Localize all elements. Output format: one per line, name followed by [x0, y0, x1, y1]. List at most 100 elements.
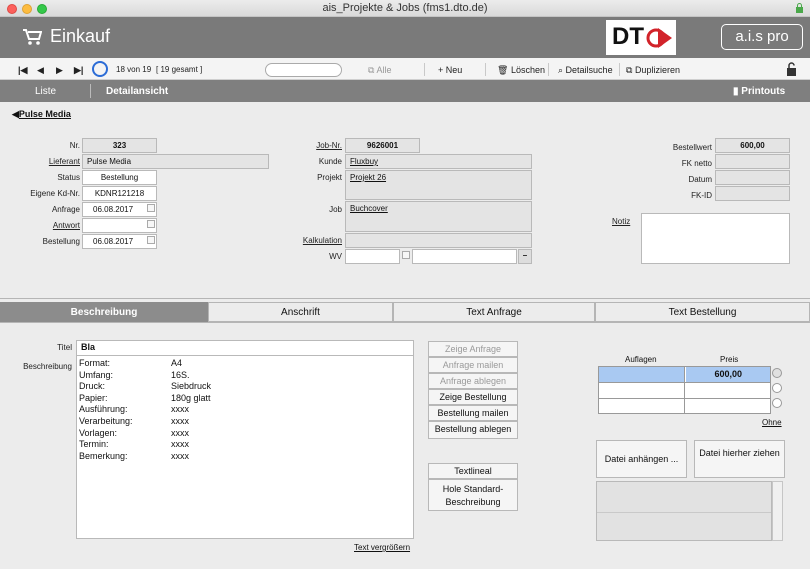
window-title: ais_Projekte & Jobs (fms1.dto.de)	[322, 2, 488, 14]
enlarge-text-link[interactable]: Text vergrößern	[354, 543, 410, 552]
price-cell[interactable]	[686, 383, 770, 398]
job-number-field[interactable]: 9626001	[345, 138, 420, 153]
fk-id-field[interactable]	[715, 186, 790, 201]
wv-note-field[interactable]	[412, 249, 517, 264]
divider	[597, 512, 771, 513]
calculation-field[interactable]	[345, 233, 532, 248]
delete-button[interactable]: 🗑 Löschen	[497, 63, 545, 77]
request-checkbox[interactable]	[147, 204, 155, 212]
minimize-window-button[interactable]	[22, 4, 32, 14]
app-header	[0, 17, 810, 58]
description-line: Verarbeitung: xxxx	[79, 415, 189, 426]
fk-net-label: FK netto	[681, 159, 712, 168]
breadcrumb[interactable]: ◀Pulse Media	[12, 109, 71, 120]
record-total: [ 19 gesamt ]	[156, 65, 203, 74]
note-link[interactable]: Notiz	[612, 215, 638, 228]
wv-date-field[interactable]	[345, 249, 400, 264]
new-button[interactable]: + Neu	[438, 63, 462, 77]
calculation-link[interactable]: Kalkulation	[282, 234, 342, 247]
nr-field[interactable]: 323	[82, 138, 157, 153]
file-request-button[interactable]: Anfrage ablegen	[428, 373, 518, 389]
zoom-window-button[interactable]	[37, 4, 47, 14]
show-request-button[interactable]: Zeige Anfrage	[428, 341, 518, 357]
lock-status-icon	[795, 3, 804, 13]
file-list-scrollbar[interactable]	[772, 481, 783, 541]
close-window-button[interactable]	[7, 4, 17, 14]
description-line: Ausführung: xxxx	[79, 404, 189, 415]
trash-icon: 🗑	[497, 65, 511, 75]
quantity-cell[interactable]	[599, 399, 685, 413]
brand-badge: a.i.s pro	[721, 24, 803, 50]
request-date-field[interactable]: 06.08.2017	[82, 202, 157, 217]
row-radio[interactable]	[772, 398, 782, 408]
description-line: Vorlagen: xxxx	[79, 427, 189, 438]
price-cell[interactable]	[686, 399, 770, 413]
order-value-label: Bestellwert	[672, 143, 712, 152]
tab-list[interactable]: Liste	[35, 86, 56, 97]
description-line: Termin: xxxx	[79, 439, 189, 450]
quantities-header: Auflagen	[625, 355, 657, 364]
description-line: Papier: 180g glatt	[79, 392, 211, 403]
date-field[interactable]	[715, 170, 790, 185]
answer-date-field[interactable]	[82, 218, 157, 233]
status-field[interactable]: Bestellung	[82, 170, 157, 185]
progress-circle-icon	[92, 61, 108, 77]
job-number-link[interactable]: Job-Nr.	[282, 139, 342, 152]
printouts-button[interactable]: ▮ Printouts	[733, 86, 785, 97]
row-radio[interactable]	[772, 383, 782, 393]
order-checkbox[interactable]	[147, 236, 155, 244]
last-record-icon[interactable]: ▶|	[74, 63, 83, 77]
quantity-cell[interactable]	[599, 367, 685, 382]
padlock-icon[interactable]	[786, 62, 797, 76]
first-record-icon[interactable]: |◀	[18, 63, 27, 77]
answer-checkbox[interactable]	[147, 220, 155, 228]
dto-logo: DT	[606, 20, 676, 55]
title-field[interactable]: Bla	[76, 340, 414, 356]
description-textarea[interactable]: Format: A4 Umfang: 16S. Druck: Siebdruck Pa…	[76, 355, 414, 539]
file-list[interactable]	[596, 481, 772, 541]
row-radio[interactable]	[772, 368, 782, 378]
supplier-field[interactable]: Pulse Media	[82, 154, 269, 169]
show-order-button[interactable]: Zeige Bestellung	[428, 389, 518, 405]
own-customer-number-field[interactable]: KDNR121218	[82, 186, 157, 201]
tab-order-text[interactable]: Text Bestellung	[595, 302, 810, 322]
order-date-field[interactable]: 06.08.2017	[82, 234, 157, 249]
quantity-cell[interactable]	[599, 383, 685, 398]
file-order-button[interactable]: Bestellung ablegen	[428, 421, 518, 439]
detail-search-button[interactable]: ⌕ Detailsuche	[558, 63, 613, 77]
minus-button[interactable]: –	[518, 249, 532, 264]
status-label: Status	[57, 173, 80, 182]
note-field[interactable]	[641, 213, 790, 264]
mail-request-button[interactable]: Anfrage mailen	[428, 357, 518, 373]
standard-description-button[interactable]: Hole Standard-Beschreibung	[428, 479, 518, 511]
job-field[interactable]: Buchcover	[345, 201, 532, 232]
tab-description[interactable]: Beschreibung	[0, 302, 208, 322]
tab-detail-view[interactable]: Detailansicht	[106, 86, 168, 97]
duplicate-icon: ⧉	[626, 65, 635, 75]
project-label: Projekt	[317, 173, 342, 182]
mail-order-button[interactable]: Bestellung mailen	[428, 405, 518, 421]
price-cell[interactable]: 600,00	[686, 367, 770, 382]
next-record-icon[interactable]: ▶	[56, 63, 63, 77]
tab-address[interactable]: Anschrift	[208, 302, 393, 322]
none-link[interactable]: Ohne	[762, 418, 782, 427]
tab-request-text[interactable]: Text Anfrage	[393, 302, 595, 322]
project-field[interactable]: Projekt 26	[345, 170, 532, 200]
answer-link[interactable]: Antwort	[20, 219, 80, 232]
prev-record-icon[interactable]: ◀	[37, 63, 44, 77]
title-label: Titel	[57, 343, 72, 352]
drop-file-zone[interactable]: Datei hierher ziehen	[694, 440, 785, 478]
attach-file-button[interactable]: Datei anhängen ...	[596, 440, 687, 478]
text-ruler-button[interactable]: Textlineal	[428, 463, 518, 479]
supplier-link[interactable]: Lieferant	[20, 155, 80, 168]
order-value-field[interactable]: 600,00	[715, 138, 790, 153]
duplicate-button[interactable]: ⧉ Duplizieren	[626, 63, 680, 77]
fk-net-field[interactable]	[715, 154, 790, 169]
back-arrow-icon: ◀	[12, 109, 19, 119]
job-label: Job	[329, 205, 342, 214]
divider	[548, 63, 549, 76]
search-input[interactable]	[265, 63, 342, 77]
show-all-button[interactable]: ⧉ Alle	[368, 63, 391, 77]
wv-checkbox[interactable]	[402, 251, 410, 259]
customer-field[interactable]: Fluxbuy	[345, 154, 532, 169]
